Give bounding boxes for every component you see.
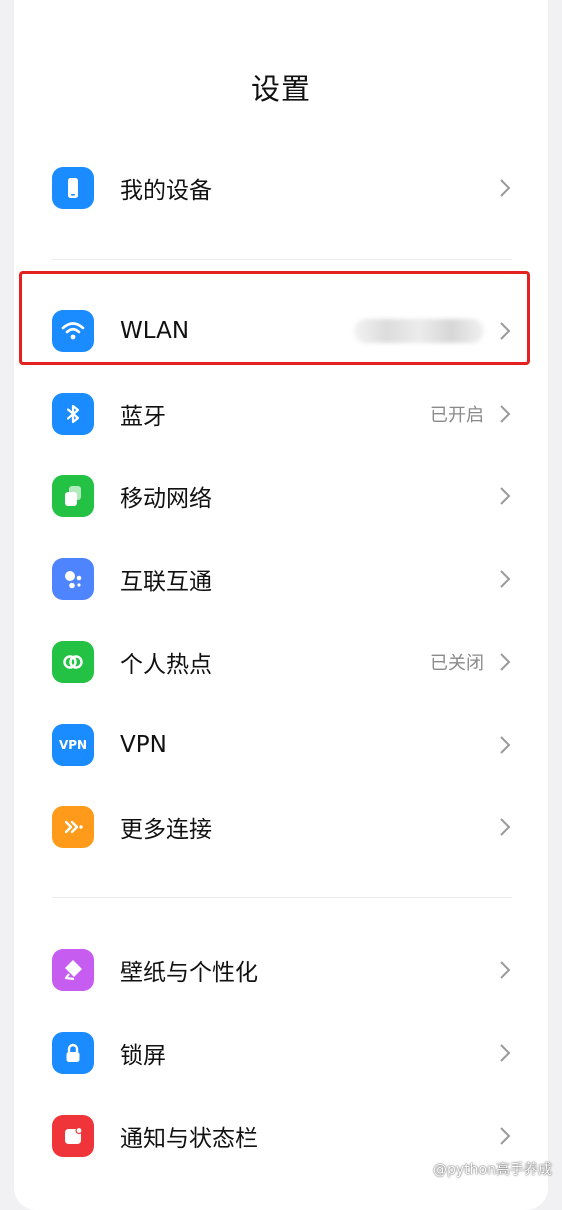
chevron-right-icon xyxy=(500,405,511,423)
settings-item-label: 蓝牙 xyxy=(120,404,166,430)
settings-item-label: 通知与状态栏 xyxy=(120,1126,258,1152)
chevron-right-icon xyxy=(500,179,511,197)
settings-item-bluetooth[interactable]: 蓝牙 已开启 xyxy=(52,384,512,444)
settings-item-label: 更多连接 xyxy=(120,817,212,843)
bluetooth-icon xyxy=(52,393,94,435)
settings-item-label: 壁纸与个性化 xyxy=(120,960,258,986)
mobile-network-icon xyxy=(52,475,94,517)
settings-item-hotspot[interactable]: 个人热点 已关闭 xyxy=(52,632,512,692)
hotspot-status: 已关闭 xyxy=(430,653,484,674)
chevron-right-icon xyxy=(500,818,511,836)
settings-item-wallpaper[interactable]: 壁纸与个性化 xyxy=(52,940,512,1000)
chevron-right-icon xyxy=(500,961,511,979)
lock-icon xyxy=(52,1032,94,1074)
more-connections-icon xyxy=(52,806,94,848)
settings-item-notifications[interactable]: 通知与状态栏 xyxy=(52,1106,512,1166)
settings-item-more-connections[interactable]: 更多连接 xyxy=(52,797,512,857)
page-title: 设置 xyxy=(250,72,311,106)
settings-item-interconnect[interactable]: 互联互通 xyxy=(52,549,512,609)
settings-item-label: 互联互通 xyxy=(120,569,212,595)
interconnect-icon xyxy=(52,558,94,600)
chevron-right-icon xyxy=(500,736,511,754)
wallpaper-icon xyxy=(52,949,94,991)
settings-item-label: 个人热点 xyxy=(120,652,212,678)
settings-item-my-device[interactable]: 我的设备 xyxy=(52,158,512,218)
chevron-right-icon xyxy=(500,570,511,588)
settings-item-label: 我的设备 xyxy=(120,178,212,204)
section-divider xyxy=(52,897,512,898)
settings-item-mobile-network[interactable]: 移动网络 xyxy=(52,466,512,526)
hotspot-icon xyxy=(52,641,94,683)
settings-item-vpn[interactable]: VPN VPN xyxy=(52,715,512,775)
vpn-icon: VPN xyxy=(52,724,94,766)
phone-icon xyxy=(52,167,94,209)
chevron-right-icon xyxy=(500,1044,511,1062)
notification-icon xyxy=(52,1115,94,1157)
chevron-right-icon xyxy=(500,1127,511,1145)
section-divider xyxy=(52,259,512,260)
settings-item-label: VPN xyxy=(120,732,167,758)
chevron-right-icon xyxy=(500,487,511,505)
chevron-right-icon xyxy=(500,653,511,671)
wlan-highlight-box xyxy=(19,271,530,365)
settings-item-lock-screen[interactable]: 锁屏 xyxy=(52,1023,512,1083)
settings-item-label: 锁屏 xyxy=(120,1043,166,1069)
watermark: @python高手养成 xyxy=(433,1162,552,1178)
bluetooth-status: 已开启 xyxy=(430,405,484,426)
settings-item-label: 移动网络 xyxy=(120,486,212,512)
